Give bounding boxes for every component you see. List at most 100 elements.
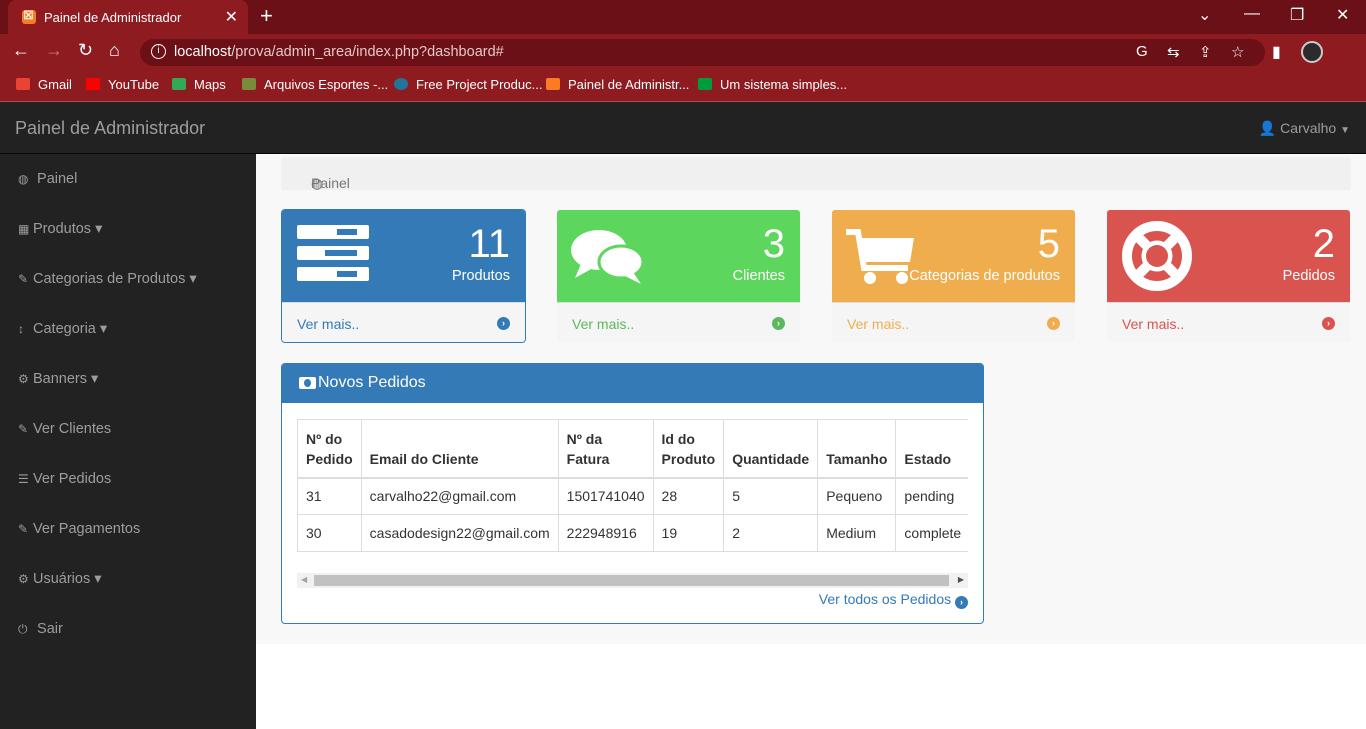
card-header: 3 Clientes [557,210,800,302]
card-count: 5 [1037,222,1060,266]
scroll-right-icon[interactable]: ▶ [958,575,964,584]
sidebar-item-ver-pagamentos[interactable]: ✎ Ver Pagamentos [18,521,140,537]
google-icon[interactable]: G [1136,43,1148,60]
cell-order-id: 31 [297,477,362,515]
tab-close-icon[interactable]: ✕ [225,7,238,27]
sidebar-item-sair[interactable]: ⏻ Sair [18,621,63,637]
novos-pedidos-panel: Novos Pedidos Nº do Pedido Email do Clie… [281,363,984,624]
orders-table-wrapper[interactable]: Nº do Pedido Email do Cliente Nº da Fatu… [297,419,968,554]
address-bar[interactable]: i localhost/prova/admin_area/index.php?d… [140,39,1265,66]
scroll-left-icon[interactable]: ◀ [301,575,307,584]
comments-icon [571,230,645,284]
translate-icon[interactable]: ⇆ [1167,43,1180,61]
new-tab-icon[interactable]: + [260,3,273,29]
card-count: 3 [762,222,785,266]
sidebar-item-ver-clientes[interactable]: ✎ Ver Clientes [18,421,111,437]
card-label: Produtos [451,268,510,284]
minimize-icon[interactable]: — [1244,5,1260,23]
table-row: 30 casadodesign22@gmail.com 222948916 19… [297,514,968,552]
card-header: 5 Categorias de produtos [832,210,1075,302]
arrow-circle-right-icon: › [772,317,785,330]
resize-vertical-icon: ↕ [18,322,24,336]
wordpress-icon [394,78,408,90]
bookmark-painel[interactable]: Painel de Administr... [546,77,689,92]
sidebar-item-produtos[interactable]: ▦ Produtos ▾ [18,221,102,237]
home-icon[interactable]: ⌂ [109,40,120,61]
bookmark-arquivos-esportes[interactable]: Arquivos Esportes -... [242,77,388,92]
user-menu[interactable]: 👤 Carvalho ▼ [1259,120,1350,137]
share-icon[interactable]: ⇪ [1199,43,1212,61]
cell-size: Pequeno [817,477,897,515]
ver-mais-link[interactable]: Ver mais.. [1122,316,1184,332]
cell-status: complete [895,514,968,552]
app-brand[interactable]: Painel de Administrador [15,118,205,139]
arrow-circle-right-icon: › [497,317,510,330]
caret-down-icon: ▾ [91,371,99,387]
browser-toolbar: ← → ↻ ⌂ i localhost/prova/admin_area/ind… [0,34,1366,70]
forward-icon[interactable]: → [45,40,63,61]
site-info-icon[interactable]: i [151,44,166,59]
dashboard-icon: ◍ [18,172,29,186]
tasks-icon [297,225,369,281]
profile-avatar[interactable] [1301,41,1323,63]
gmail-icon [16,78,30,90]
tab-search-icon[interactable]: ⌄ [1198,5,1211,25]
scrollbar-thumb[interactable] [314,575,949,586]
ver-mais-link[interactable]: Ver mais.. [572,316,634,332]
bookmark-sistema[interactable]: Um sistema simples... [698,77,847,92]
column-header: Email do Cliente [360,419,559,479]
bookmark-star-icon[interactable]: ☆ [1231,43,1244,61]
cell-email: carvalho22@gmail.com [360,477,559,515]
sidebar-item-categorias-produtos[interactable]: ✎ Categorias de Produtos ▾ [18,271,197,287]
brazil-flag-icon [698,78,712,90]
arrow-circle-right-icon: › [955,596,968,609]
sidebar-item-usuarios[interactable]: ⚙ Usuários ▾ [18,571,102,587]
bookmark-maps[interactable]: Maps [172,77,226,92]
bookmark-free-project[interactable]: Free Project Produc... [394,77,542,92]
cell-status: pending [895,477,968,515]
column-header: Id do Produto [652,419,725,479]
card-clientes: 3 Clientes Ver mais.. › [556,209,801,343]
cell-invoice: 1501741040 [557,477,654,515]
card-footer-link[interactable]: Ver mais.. › [832,302,1075,342]
card-footer-link[interactable]: Ver mais.. › [1107,302,1350,342]
list-icon: ☰ [18,472,29,486]
cell-quantity: 2 [723,514,819,552]
sidebar-item-categoria[interactable]: ↕ Categoria ▾ [18,321,107,337]
caret-down-icon: ▾ [94,571,102,587]
sidebar-item-ver-pedidos[interactable]: ☰ Ver Pedidos [18,471,111,487]
card-label: Pedidos [1282,268,1335,284]
sidebar-item-banners[interactable]: ⚙ Banners ▾ [18,371,98,387]
table-row: 31 carvalho22@gmail.com 1501741040 28 5 … [297,477,968,515]
bookmark-youtube[interactable]: YouTube [86,77,159,92]
sidebar-item-painel[interactable]: ◍ Painel [18,171,77,187]
bookmark-gmail[interactable]: Gmail [16,77,72,92]
card-footer-link[interactable]: Ver mais.. › [557,302,800,342]
card-categorias: 5 Categorias de produtos Ver mais.. › [831,209,1076,343]
table-icon: ▦ [18,222,30,236]
reload-icon[interactable]: ↻ [78,40,93,61]
pencil-icon: ✎ [18,522,29,536]
back-icon[interactable]: ← [12,40,30,61]
browser-tab[interactable]: Painel de Administrador ✕ [8,0,248,34]
card-header: 11 Produtos [282,210,525,302]
horizontal-scrollbar[interactable]: ◀ ▶ [297,573,968,588]
ver-mais-link[interactable]: Ver mais.. [297,316,359,332]
cell-quantity: 5 [723,477,819,515]
shopping-cart-icon [846,229,914,284]
view-all-orders-link[interactable]: Ver todos os Pedidos › [819,591,968,609]
close-window-icon[interactable]: ✕ [1336,5,1349,25]
restore-icon[interactable]: ❐ [1290,5,1304,25]
money-icon [299,377,316,389]
table-header-row: Nº do Pedido Email do Cliente Nº da Fatu… [297,419,968,479]
side-panel-icon[interactable]: ▮ [1272,42,1281,62]
column-header: Nº do Pedido [297,419,362,479]
card-count: 11 [468,222,510,266]
cog-icon: ⚙ [18,372,29,386]
card-footer-link[interactable]: Ver mais.. › [282,302,525,342]
card-header: 2 Pedidos [1107,210,1350,302]
sidebar: ◍ Painel ▦ Produtos ▾ ✎ Categorias de Prod… [0,154,256,729]
edit-icon: ✎ [18,422,29,436]
ver-mais-link[interactable]: Ver mais.. [847,316,909,332]
arrow-circle-right-icon: › [1047,317,1060,330]
